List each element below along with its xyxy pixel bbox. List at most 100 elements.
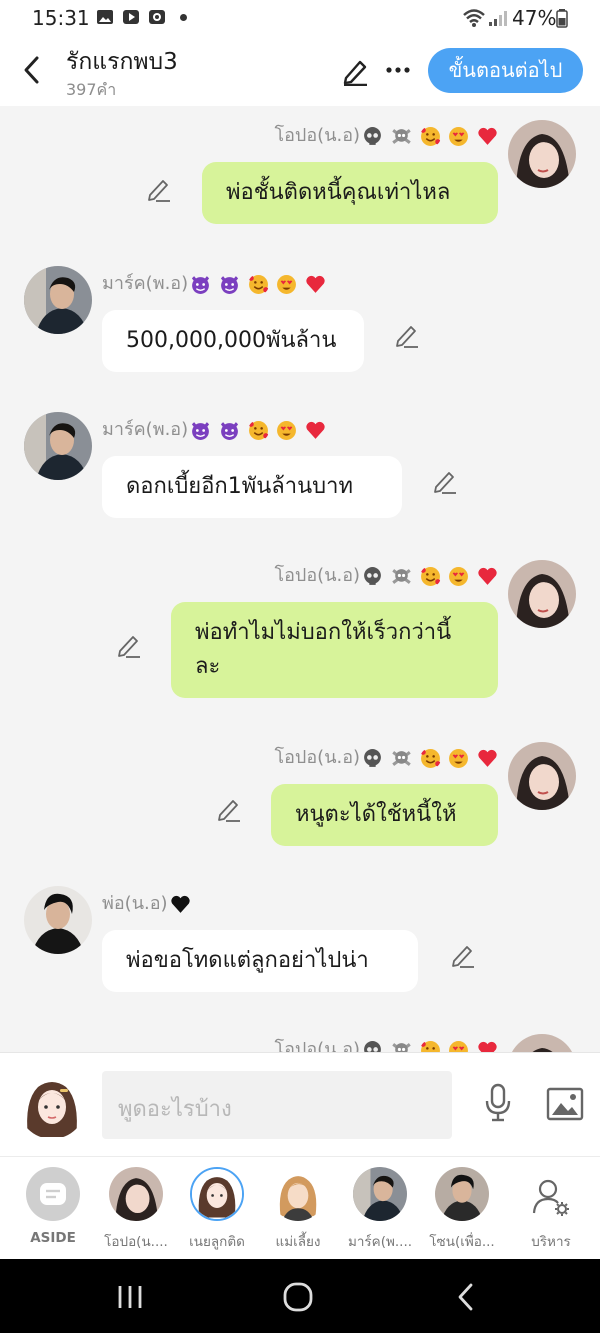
- character-avatar: [271, 1167, 325, 1221]
- red-heart-emoji-icon: [478, 127, 497, 145]
- chat-title: รักแรกพบ3: [66, 49, 178, 75]
- heart-eyes-emoji-icon: [449, 748, 469, 768]
- manage-icon: [532, 1179, 569, 1216]
- character-avatar: [435, 1167, 489, 1221]
- play-notification-icon: [123, 10, 139, 24]
- status-bar: 15:31 47%: [0, 0, 600, 38]
- sender-name-row: โอปอ(น.อ): [274, 742, 500, 771]
- character-name: มาร์ค(พ....: [347, 1234, 413, 1250]
- character-name: โซน(เพื่อ...: [429, 1234, 495, 1250]
- nav-back-icon[interactable]: [454, 1281, 478, 1313]
- sender-name: โอปอ(น.อ): [274, 747, 361, 768]
- smiling-hearts-emoji-icon: [420, 748, 441, 768]
- message-bubble[interactable]: หนูตะได้ใช้หนี้ให้: [271, 784, 498, 846]
- purple-devil-emoji-icon: [219, 274, 239, 294]
- character-bar: ASIDE โอปอ(น.... เนยลูกติด แม่เลี้ยง มาร…: [0, 1156, 600, 1259]
- sender-name-row: โอปอ(น.อ): [274, 560, 500, 589]
- skull-emoji-icon: [364, 1040, 381, 1052]
- red-heart-emoji-icon: [306, 421, 325, 439]
- purple-devil-emoji-icon: [219, 420, 239, 440]
- avatar-mark[interactable]: [24, 412, 92, 480]
- pencil-icon[interactable]: [146, 176, 172, 202]
- sender-emojis: [190, 419, 328, 441]
- skull-crossbones-emoji-icon: [391, 1042, 411, 1052]
- pencil-icon[interactable]: [116, 632, 142, 658]
- message-input[interactable]: พูดอะไรบ้าง: [102, 1071, 452, 1139]
- heart-eyes-emoji-icon: [449, 566, 469, 586]
- avatar-opor[interactable]: [508, 1034, 576, 1052]
- character-name: โอปอ(น....: [104, 1234, 168, 1250]
- sender-emojis: [362, 565, 500, 587]
- heart-eyes-emoji-icon: [449, 126, 469, 146]
- character-manage[interactable]: บริหาร: [511, 1167, 591, 1255]
- message-bubble[interactable]: พ่อชั้นติดหนี้คุณเท่าไหล: [202, 162, 498, 224]
- pencil-icon[interactable]: [216, 796, 242, 822]
- character-stepmother[interactable]: แม่เลี้ยง: [258, 1167, 338, 1255]
- recent-apps-icon[interactable]: [114, 1283, 146, 1311]
- character-zone[interactable]: โซน(เพื่อ...: [422, 1167, 502, 1255]
- more-icon[interactable]: [384, 58, 412, 82]
- back-icon[interactable]: [20, 54, 44, 86]
- pencil-icon[interactable]: [432, 468, 458, 494]
- skull-emoji-icon: [364, 126, 381, 145]
- sender-name-row: มาร์ค(พ.อ): [102, 268, 328, 297]
- image-icon[interactable]: [546, 1087, 584, 1121]
- avatar-opor[interactable]: [508, 120, 576, 188]
- sender-name: พ่อ(น.อ): [102, 893, 168, 914]
- sender-emojis: [362, 747, 500, 769]
- heart-eyes-emoji-icon: [277, 420, 297, 440]
- gallery-notification-icon: [97, 10, 113, 24]
- red-heart-emoji-icon: [478, 749, 497, 767]
- home-icon[interactable]: [282, 1281, 314, 1313]
- next-step-button[interactable]: ขั้นตอนต่อไป: [428, 48, 583, 93]
- notification-dot: [180, 14, 187, 21]
- character-name: ASIDE: [30, 1230, 76, 1246]
- pencil-icon[interactable]: [394, 322, 420, 348]
- character-noey[interactable]: เนยลูกติด: [177, 1167, 257, 1255]
- character-name: บริหาร: [531, 1234, 571, 1250]
- battery-percent: 47%: [512, 6, 557, 30]
- black-heart-emoji-icon: [170, 895, 190, 913]
- sender-name: มาร์ค(พ.อ): [102, 419, 189, 440]
- character-opor[interactable]: โอปอ(น....: [96, 1167, 176, 1255]
- smiling-hearts-emoji-icon: [420, 126, 441, 146]
- sender-name-row: โอปอ(น.อ): [274, 1034, 500, 1052]
- sender-name: โอปอ(น.อ): [274, 125, 361, 146]
- avatar-mark[interactable]: [24, 266, 92, 334]
- smiling-hearts-emoji-icon: [248, 420, 269, 440]
- heart-eyes-emoji-icon: [277, 274, 297, 294]
- character-aside[interactable]: ASIDE: [13, 1167, 93, 1255]
- edit-icon[interactable]: [340, 56, 370, 86]
- composer-avatar[interactable]: [18, 1071, 86, 1139]
- red-heart-emoji-icon: [478, 567, 497, 585]
- aside-circle: [26, 1167, 80, 1221]
- pencil-icon[interactable]: [450, 942, 476, 968]
- aside-icon: [40, 1183, 66, 1205]
- sender-emojis: [190, 273, 328, 295]
- skull-crossbones-emoji-icon: [391, 750, 411, 766]
- message-bubble[interactable]: พ่อทำไมไม่บอกให้เร็วกว่านี้ละ: [171, 602, 498, 698]
- avatar-opor[interactable]: [508, 560, 576, 628]
- purple-devil-emoji-icon: [190, 420, 211, 440]
- skull-emoji-icon: [364, 748, 381, 767]
- sender-name: โอปอ(น.อ): [274, 565, 361, 586]
- sender-name-row: โอปอ(น.อ): [274, 120, 500, 149]
- composer: พูดอะไรบ้าง: [0, 1052, 600, 1156]
- message-bubble[interactable]: พ่อขอโทดแต่ลูกอย่าไปน่า: [102, 930, 418, 992]
- message-list[interactable]: โอปอ(น.อ) พ่อชั้นติดหนี้คุณเท่าไหล มาร์ค…: [0, 106, 600, 1052]
- sender-name-row: มาร์ค(พ.อ): [102, 414, 328, 443]
- message-bubble[interactable]: ดอกเบี้ยอีก1พันล้านบาท: [102, 456, 402, 518]
- status-time: 15:31: [32, 6, 90, 30]
- word-count: 397คำ: [66, 80, 117, 99]
- skull-crossbones-emoji-icon: [391, 128, 411, 144]
- purple-devil-emoji-icon: [190, 274, 211, 294]
- message-bubble[interactable]: 500,000,000พันล้าน: [102, 310, 364, 372]
- character-mark[interactable]: มาร์ค(พ....: [340, 1167, 420, 1255]
- sender-emojis: [362, 1039, 500, 1052]
- mic-icon[interactable]: [482, 1083, 514, 1123]
- avatar-opor[interactable]: [508, 742, 576, 810]
- battery-icon: [556, 9, 568, 28]
- system-nav-bar: [0, 1259, 600, 1333]
- avatar-father[interactable]: [24, 886, 92, 954]
- sender-name: โอปอ(น.อ): [274, 1039, 361, 1052]
